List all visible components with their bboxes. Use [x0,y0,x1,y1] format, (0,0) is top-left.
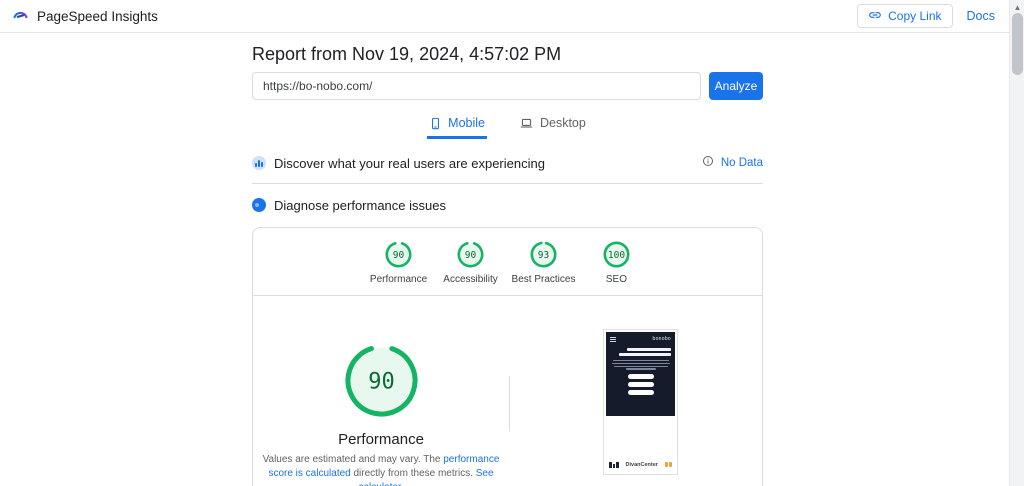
performance-summary: 90 Performance Values are estimated and … [253,296,509,486]
tab-desktop[interactable]: Desktop [517,113,588,139]
svg-text:100: 100 [608,250,625,261]
category-gauge-accessibility[interactable]: 90 Accessibility [440,241,502,285]
score-disclaimer: Values are estimated and may vary. The p… [262,453,500,486]
main-content: Report from Nov 19, 2024, 4:57:02 PM Ana… [252,33,763,486]
app-title: PageSpeed Insights [37,8,158,24]
field-section-title: Discover what your real users are experi… [274,155,545,171]
info-icon[interactable] [702,154,714,172]
client-logo-divancenter: DivanCenter [625,461,658,468]
final-screenshot-thumbnail: bonobo DivanCenter [603,329,678,475]
category-scores-row: 90 Performance 90 Accessibility 93 Best Pract… [253,228,762,296]
site-cta-buttons [610,373,671,396]
page-scrollbar[interactable]: ▲ [1009,0,1024,486]
brand[interactable]: PageSpeed Insights [11,4,158,28]
tab-desktop-label: Desktop [539,116,586,130]
svg-text:93: 93 [538,250,549,261]
lighthouse-report-card: 90 Performance 90 Accessibility 93 Best Pract… [252,227,763,486]
url-input[interactable] [252,72,701,100]
pagespeed-logo-icon [11,4,30,28]
category-gauge-seo[interactable]: 100 SEO [585,241,647,285]
client-logo-dark [609,461,619,468]
copy-link-button[interactable]: Copy Link [857,4,953,28]
svg-text:90: 90 [465,250,477,261]
performance-score-gauge: 90 [345,344,418,422]
lab-section-title: Diagnose performance issues [274,197,446,213]
report-title: Report from Nov 19, 2024, 4:57:02 PM [252,44,562,64]
disclaimer-text: directly from these metrics. [350,468,476,480]
svg-text:90: 90 [393,250,405,261]
hamburger-menu-icon [610,336,616,342]
scrollbar-thumb[interactable] [1012,13,1023,75]
pagespeed-insights-app: PageSpeed Insights Copy Link Docs ▲ Repo… [0,0,1024,486]
copy-link-label: Copy Link [888,9,942,23]
site-heading-lines [610,348,671,356]
disclaimer-text: Values are estimated and may vary. The [262,454,444,465]
section-divider [252,183,763,184]
tab-mobile-label: Mobile [448,116,485,130]
tab-mobile[interactable]: Mobile [427,113,487,139]
screenshot-logo-strip: DivanCenter [606,457,675,472]
category-gauge-label: SEO [605,274,628,285]
category-gauge-label: Accessibility [443,274,498,285]
laptop-icon [519,117,534,130]
top-bar: PageSpeed Insights Copy Link Docs [0,0,1009,33]
site-brand: bonobo [652,336,671,342]
screenshot-hero: bonobo [606,332,675,416]
link-icon [868,8,882,25]
lab-data-section: Diagnose performance issues [252,191,763,219]
disclaimer-text: . [401,482,404,486]
no-data-status[interactable]: No Data [721,157,763,169]
lab-data-icon [252,198,266,212]
field-data-section: Discover what your real users are experi… [252,149,763,177]
field-data-icon [252,156,266,170]
performance-gauge-label: Performance [338,431,424,448]
device-tabs: Mobile Desktop [252,113,763,139]
category-gauge-label: Best Practices [511,274,576,285]
smartphone-icon [429,117,442,130]
category-gauge-label: Performance [369,274,428,285]
docs-link[interactable]: Docs [967,9,995,23]
vertical-divider [509,376,510,431]
svg-text:90: 90 [368,369,395,394]
screenshot-whitespace [606,416,675,457]
site-paragraph-lines [610,360,671,370]
category-gauge-performance[interactable]: 90 Performance [368,241,430,285]
analyze-button[interactable]: Analyze [709,72,763,100]
category-gauge-best-practices[interactable]: 93 Best Practices [511,241,576,285]
client-logo-orange [665,462,672,467]
